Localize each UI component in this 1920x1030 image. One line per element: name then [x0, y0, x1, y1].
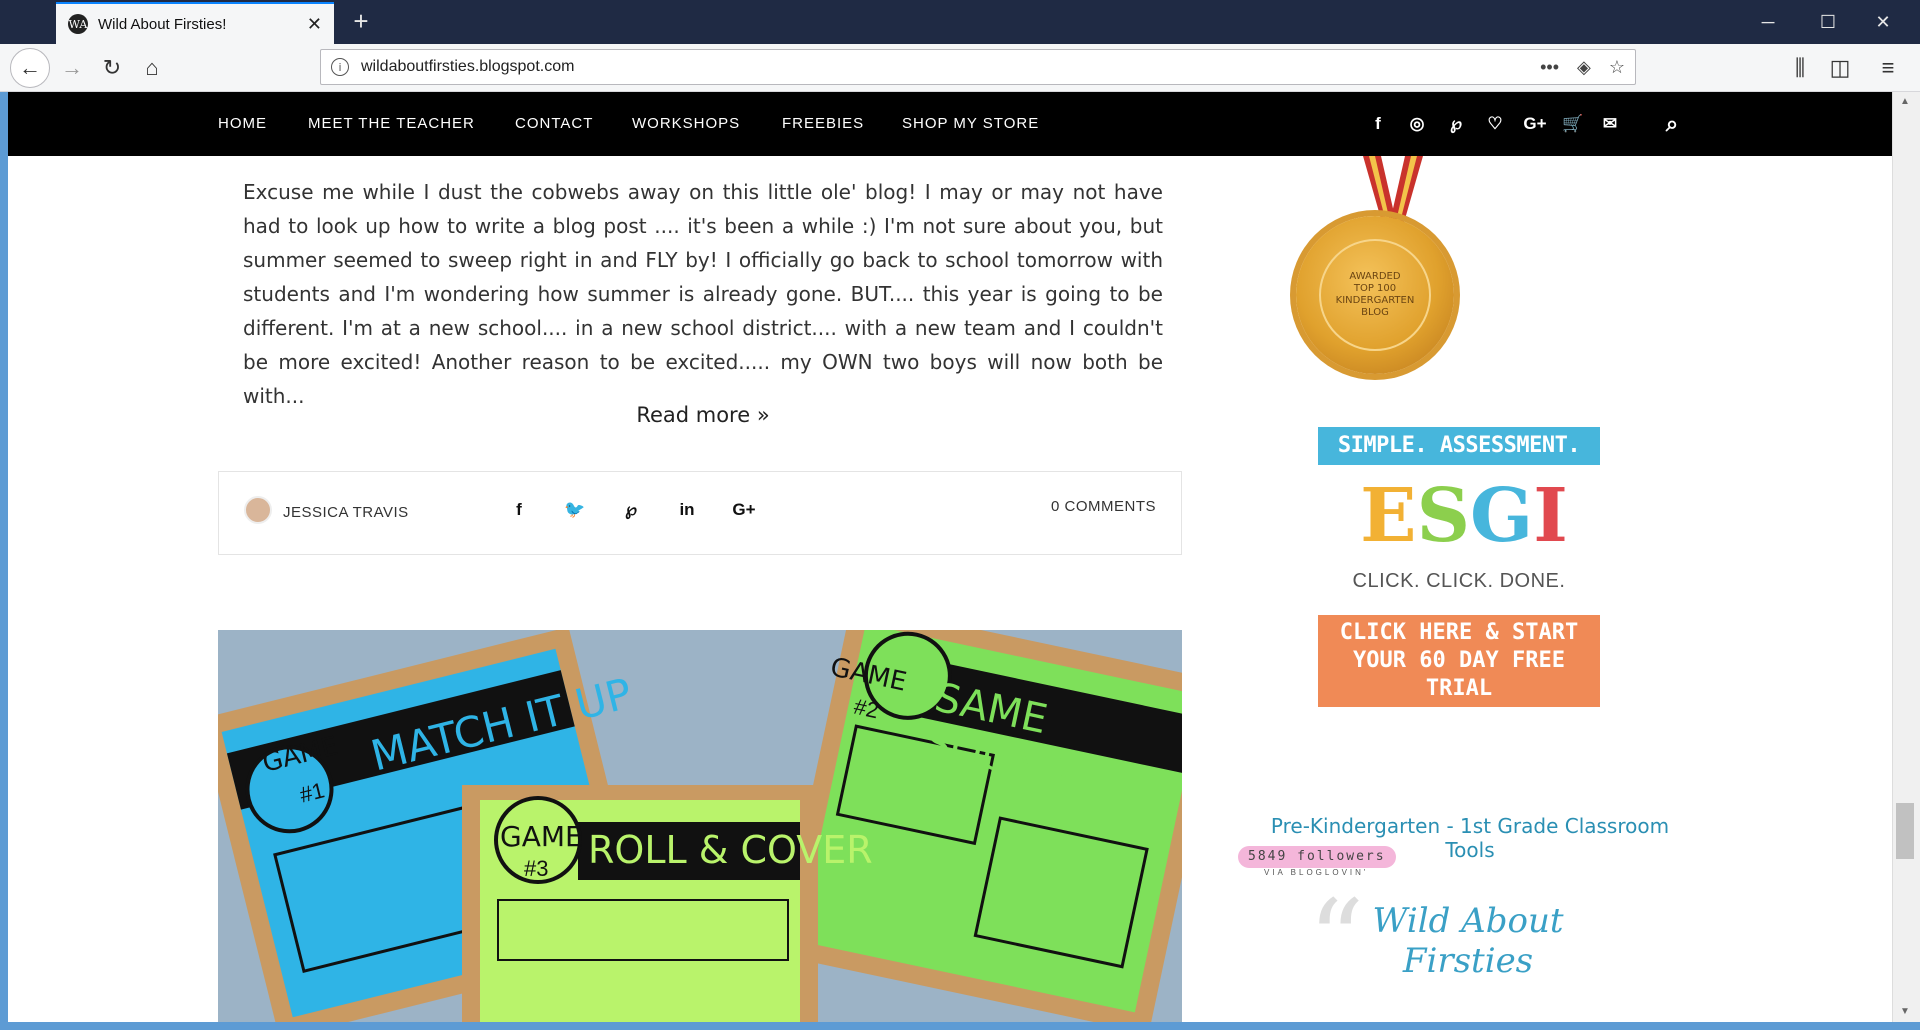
- share-facebook-icon[interactable]: f: [507, 500, 531, 524]
- card3-title: ROLL & COVER: [588, 828, 873, 872]
- window-frame-bottom: [0, 1022, 1920, 1030]
- author-name[interactable]: JESSICA TRAVIS: [283, 504, 409, 521]
- pocket-icon[interactable]: ◈: [1577, 57, 1591, 78]
- bookmark-star-icon[interactable]: ☆: [1609, 57, 1625, 78]
- site-info-icon[interactable]: i: [331, 58, 349, 76]
- comments-link[interactable]: 0 COMMENTS: [1051, 498, 1156, 515]
- nav-shop-my-store[interactable]: SHOP MY STORE: [902, 92, 1039, 156]
- page-content: Excuse me while I dust the cobwebs away …: [8, 156, 1892, 1022]
- esgi-letter: I: [1533, 473, 1568, 559]
- maximize-button[interactable]: ☐: [1805, 8, 1851, 36]
- instagram-icon[interactable]: ◎: [1406, 112, 1428, 136]
- esgi-letter: S: [1416, 473, 1471, 559]
- window-frame-left: [0, 44, 8, 1030]
- card3-game-label: GAME: [500, 820, 583, 853]
- scroll-up-arrow[interactable]: ▲: [1896, 96, 1914, 110]
- nav-home[interactable]: HOME: [218, 92, 267, 156]
- blog-title: Wild About Firsties: [1372, 901, 1564, 981]
- game-cards-illustration: [218, 630, 1182, 1022]
- card3-number: #3: [524, 856, 549, 881]
- badge-line: BLOG: [1361, 307, 1389, 318]
- library-icon[interactable]: ⫼: [1784, 52, 1816, 84]
- badge-line: AWARDED: [1349, 271, 1401, 282]
- tab-strip: WA Wild About Firsties! ✕ + ─ ☐ ✕: [0, 0, 1920, 44]
- site-nav: HOME MEET THE TEACHER CONTACT WORKSHOPS …: [8, 92, 1892, 156]
- post-image[interactable]: GAME #1 MATCH IT UP GAME #2 SAME SOUND G…: [218, 630, 1182, 1022]
- email-icon[interactable]: ✉: [1598, 112, 1622, 136]
- avatar[interactable]: [244, 496, 272, 524]
- share-twitter-icon[interactable]: 🐦: [563, 500, 587, 524]
- esgi-letter: G: [1470, 473, 1534, 559]
- reload-button[interactable]: ↻: [96, 52, 128, 84]
- back-button[interactable]: ←: [10, 48, 50, 88]
- post-excerpt: Excuse me while I dust the cobwebs away …: [243, 180, 1163, 408]
- share-pinterest-icon[interactable]: ℘: [619, 500, 643, 524]
- esgi-tagline: CLICK. CLICK. DONE.: [1352, 570, 1566, 592]
- tab-title: Wild About Firsties!: [98, 15, 227, 33]
- home-button[interactable]: ⌂: [136, 52, 168, 84]
- nav-meet-the-teacher[interactable]: MEET THE TEACHER: [308, 92, 475, 156]
- esgi-logo[interactable]: E S G I: [1354, 473, 1574, 559]
- minimize-button[interactable]: ─: [1745, 8, 1791, 36]
- window-close-button[interactable]: ✕: [1860, 8, 1906, 36]
- post-meta: JESSICA TRAVIS f 🐦 ℘ in G+ 0 COMMENTS: [218, 471, 1182, 555]
- scroll-down-arrow[interactable]: ▼: [1896, 1006, 1914, 1020]
- esgi-trial-button[interactable]: CLICK HERE & START YOUR 60 DAY FREE TRIA…: [1318, 615, 1600, 707]
- url-bar[interactable]: i wildaboutfirsties.blogspot.com ••• ◈ ☆: [320, 49, 1636, 85]
- url-text[interactable]: wildaboutfirsties.blogspot.com: [361, 58, 1522, 76]
- read-more-row: Read more »: [8, 403, 1398, 427]
- browser-toolbar: ← → ↻ ⌂ i wildaboutfirsties.blogspot.com…: [0, 44, 1920, 92]
- forward-button[interactable]: →: [56, 52, 88, 84]
- sidebar-icon[interactable]: ◫: [1824, 52, 1856, 84]
- esgi-ad-header[interactable]: SIMPLE. ASSESSMENT. SOFTWARE.: [1318, 427, 1600, 496]
- top-100-badge[interactable]: AWARDED TOP 100 KINDERGARTEN BLOG: [1296, 216, 1454, 374]
- badge-text: AWARDED TOP 100 KINDERGARTEN BLOG: [1319, 239, 1431, 351]
- badge-line: KINDERGARTEN: [1335, 295, 1415, 306]
- pinterest-icon[interactable]: ℘: [1445, 112, 1467, 136]
- facebook-icon[interactable]: f: [1368, 112, 1388, 136]
- nav-freebies[interactable]: FREEBIES: [782, 92, 864, 156]
- esgi-letter: E: [1360, 473, 1417, 559]
- badge-line: TOP 100: [1353, 283, 1397, 294]
- followers-badge[interactable]: 5849 followers: [1238, 846, 1396, 868]
- nav-contact[interactable]: CONTACT: [515, 92, 593, 156]
- favicon-icon: WA: [68, 14, 88, 34]
- read-more-link[interactable]: Read more »: [636, 403, 769, 427]
- scrollbar-thumb[interactable]: [1896, 803, 1914, 859]
- new-tab-button[interactable]: +: [346, 6, 376, 36]
- scrollbar-track[interactable]: [1892, 92, 1920, 1030]
- page-actions-icon[interactable]: •••: [1540, 57, 1559, 78]
- tab-active[interactable]: WA Wild About Firsties! ✕: [56, 2, 334, 44]
- googleplus-icon[interactable]: G+: [1520, 112, 1550, 136]
- cart-icon[interactable]: 🛒: [1561, 112, 1585, 136]
- nav-workshops[interactable]: WORKSHOPS: [632, 92, 740, 156]
- heart-icon[interactable]: ♡: [1484, 112, 1506, 136]
- menu-icon[interactable]: ≡: [1872, 52, 1904, 84]
- tab-close-icon[interactable]: ✕: [307, 14, 322, 35]
- share-googleplus-icon[interactable]: G+: [729, 500, 759, 524]
- share-linkedin-icon[interactable]: in: [675, 500, 699, 524]
- search-icon[interactable]: ⌕: [1660, 112, 1684, 136]
